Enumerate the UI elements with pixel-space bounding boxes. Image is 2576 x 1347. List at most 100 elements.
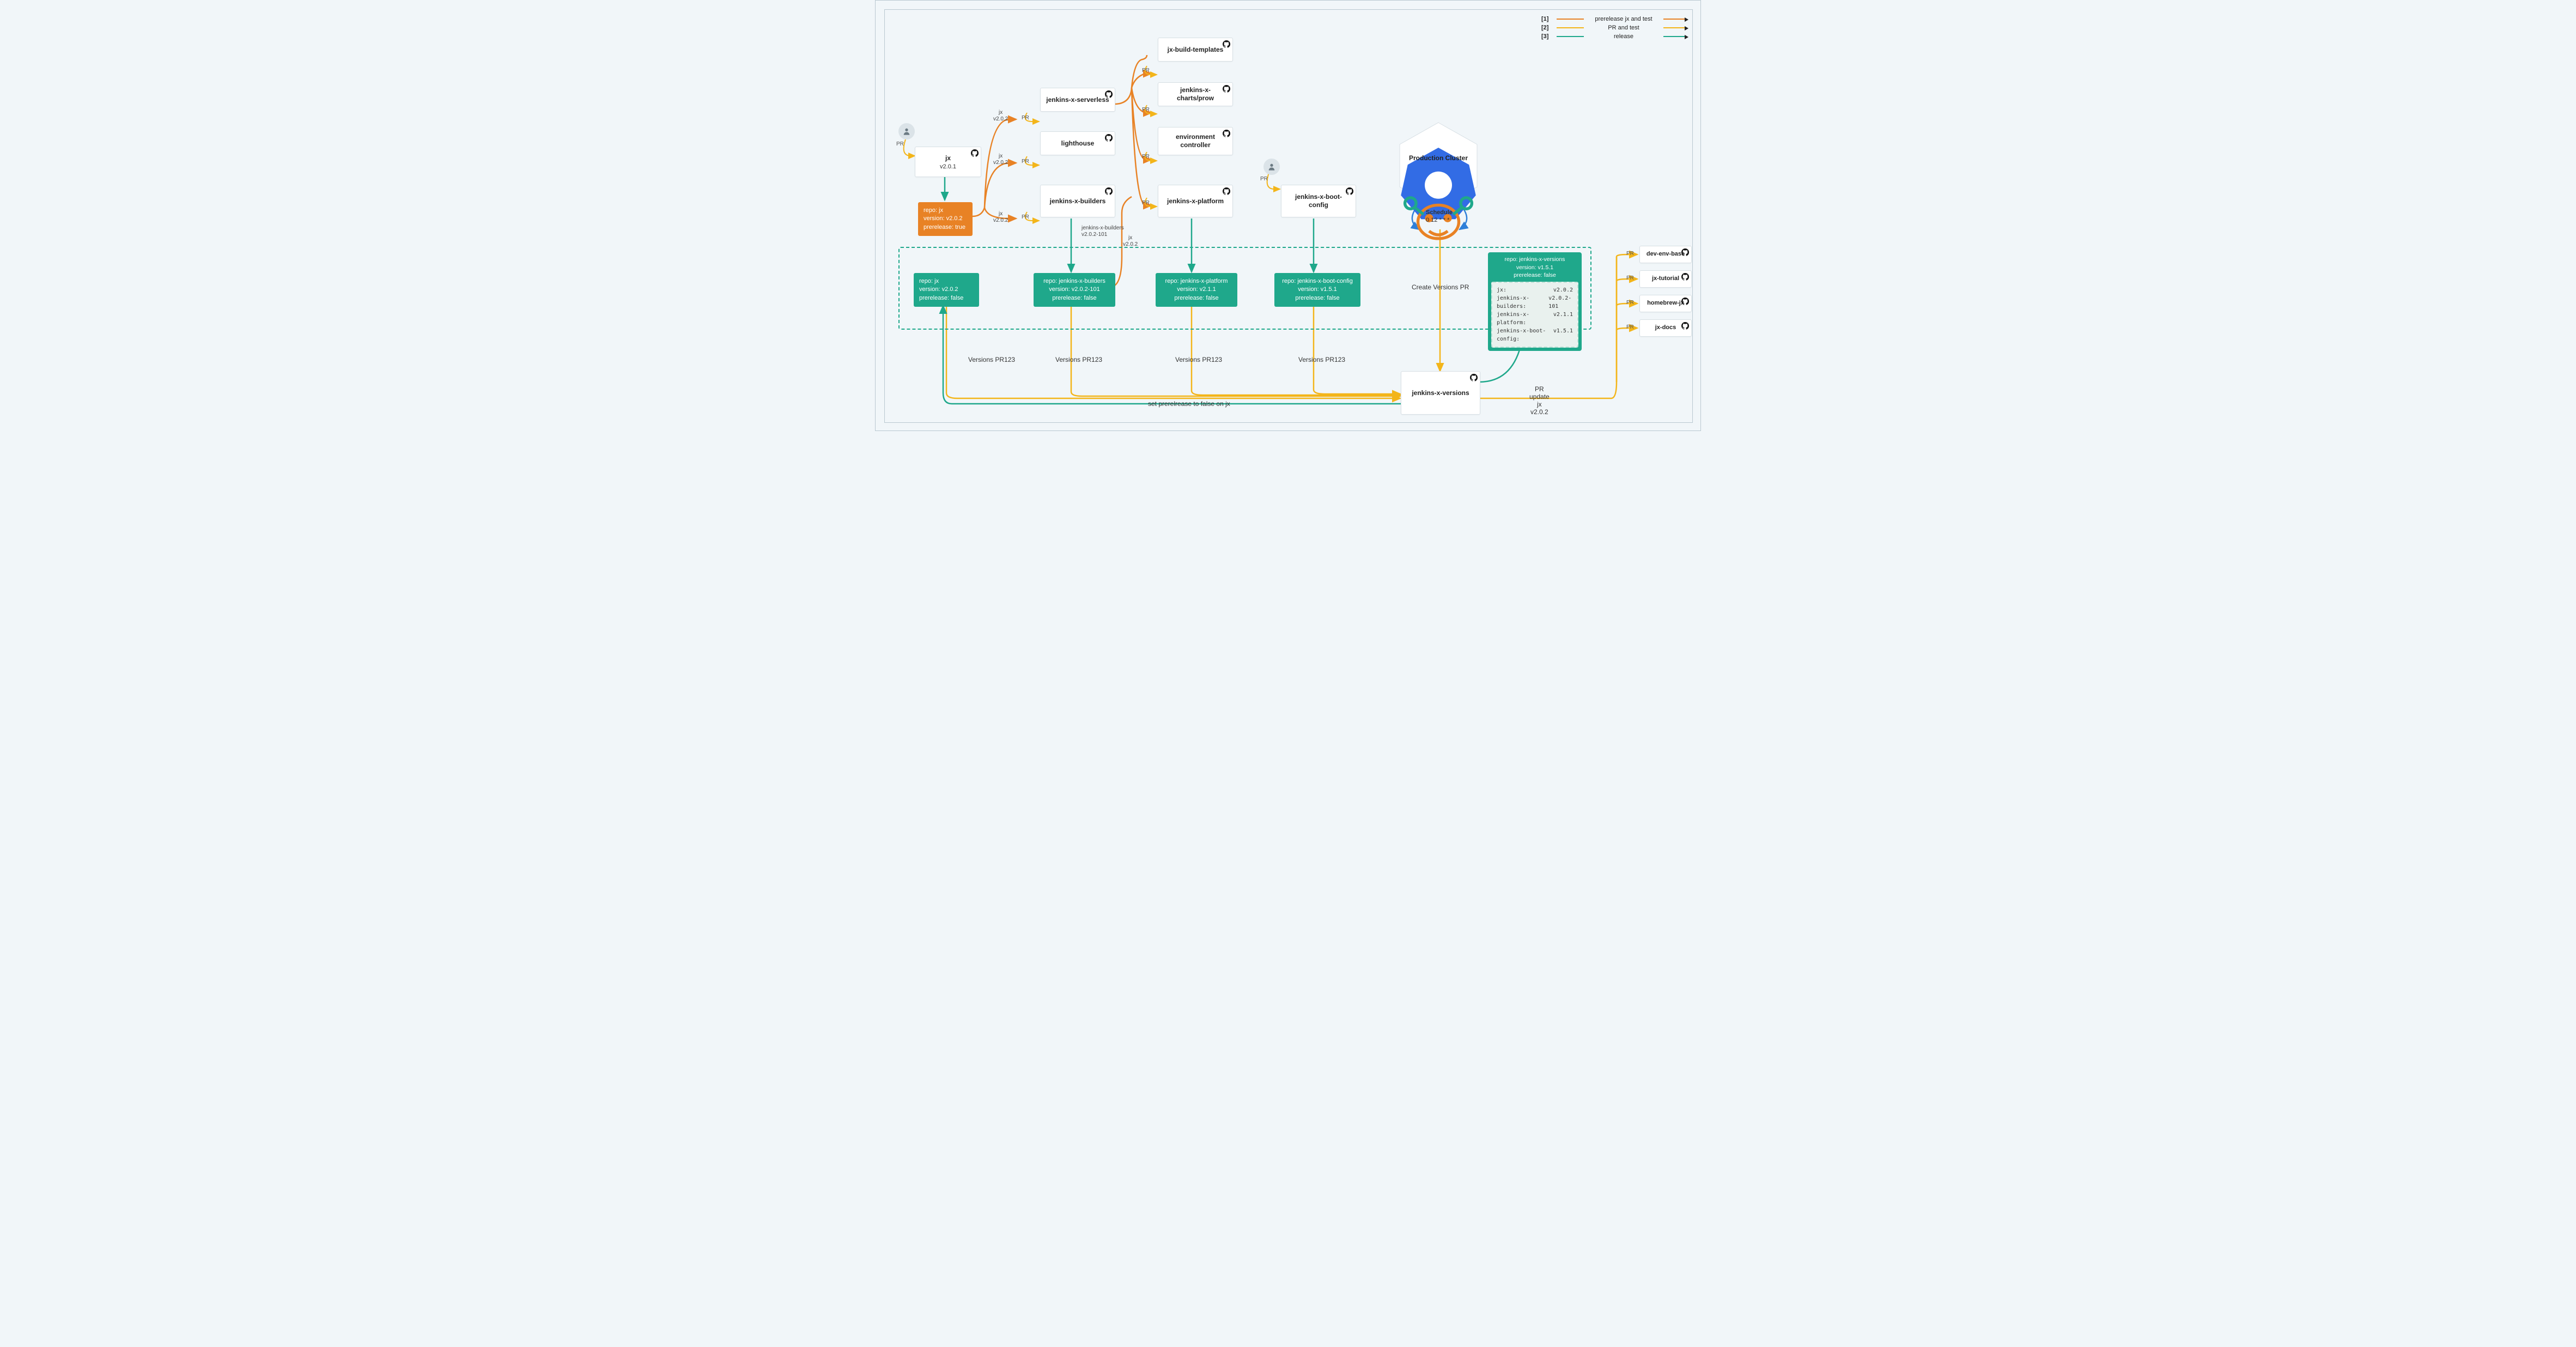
jx-label-3: jx v2.0.2 bbox=[993, 211, 1008, 224]
create-versions-pr-label: Create Versions PR bbox=[1412, 283, 1469, 291]
pr-lighthouse: PR bbox=[1022, 159, 1029, 165]
legend-idx-3: [3] bbox=[1541, 33, 1557, 40]
pr-serverless: PR bbox=[1022, 115, 1029, 121]
legend-bar-3 bbox=[1557, 36, 1584, 37]
cluster-title: Production Cluster bbox=[1398, 154, 1479, 162]
box-envcontroller: environmentcontroller bbox=[1158, 127, 1233, 155]
box-builders: jenkins-x-builders bbox=[1040, 185, 1115, 217]
legend-row-3: [3] release bbox=[1541, 33, 1685, 40]
teal-jx: repo: jx version: v2.0.2 prerelease: fal… bbox=[914, 273, 979, 307]
schedule-cron: 0 12 * * * bbox=[1426, 217, 1449, 223]
pr-homebrew: PR bbox=[1626, 300, 1634, 306]
jx-label-1: jx v2.0.2 bbox=[993, 110, 1008, 123]
homebrew-title: homebrew-jx bbox=[1647, 300, 1684, 307]
legend-label-2: PR and test bbox=[1588, 25, 1659, 31]
envctrl-l1: environment bbox=[1176, 133, 1215, 141]
serverless-title: jenkins-x-serverless bbox=[1046, 96, 1109, 104]
pr-builders: PR bbox=[1022, 214, 1029, 220]
box-serverless: jenkins-x-serverless bbox=[1040, 88, 1115, 112]
set-prerelease-label: set prerelrease to false on jx bbox=[1148, 400, 1230, 408]
jxdocs-title: jx-docs bbox=[1655, 324, 1676, 332]
orange-release-box: repo: jx version: v2.0.2 prerelease: tru… bbox=[918, 202, 973, 236]
box-platform: jenkins-x-platform bbox=[1158, 185, 1233, 217]
box-jxdocs: jx-docs bbox=[1639, 319, 1692, 337]
schedule-label: Schedule bbox=[1426, 209, 1453, 216]
actor-icon bbox=[898, 123, 915, 139]
diagram-canvas: [1] prerelease jx and test [2] PR and te… bbox=[875, 0, 1701, 431]
legend-label-1: prerelease jx and test bbox=[1588, 16, 1659, 22]
orange-repo: repo: jx bbox=[924, 207, 967, 215]
jx-version: v2.0.1 bbox=[940, 163, 956, 170]
github-icon bbox=[1681, 322, 1689, 330]
plat-conn-label: jx v2.0.2 bbox=[1123, 235, 1138, 248]
box-versions: jenkins-x-versions bbox=[1401, 371, 1480, 415]
versions-card: repo: jenkins-x-versions version: v1.5.1… bbox=[1488, 252, 1582, 351]
legend-arrow-2 bbox=[1663, 27, 1685, 28]
github-icon bbox=[1105, 187, 1113, 195]
github-icon bbox=[1105, 90, 1113, 98]
github-icon bbox=[1223, 130, 1230, 137]
legend-idx-1: [1] bbox=[1541, 16, 1557, 22]
teal-builders: repo: jenkins-x-builders version: v2.0.2… bbox=[1034, 273, 1115, 307]
pr-envctrl: PR bbox=[1142, 154, 1150, 160]
legend-arrow-3 bbox=[1663, 36, 1685, 37]
buildtemplates-title: jx-build-templates bbox=[1168, 46, 1224, 54]
actor-icon-2 bbox=[1263, 159, 1280, 175]
devenvbase-title: dev-env-base bbox=[1647, 251, 1685, 258]
jx-label-2: jx v2.0.2 bbox=[993, 153, 1008, 166]
pr-jxdocs: PR bbox=[1626, 324, 1634, 330]
box-bootconfig: jenkins-x-boot-config bbox=[1281, 185, 1356, 217]
legend-bar-1 bbox=[1557, 19, 1584, 20]
teal-platform: repo: jenkins-x-platform version: v2.1.1… bbox=[1156, 273, 1237, 307]
legend-arrow-1 bbox=[1663, 19, 1685, 20]
versions-pr-3: Versions PR123 bbox=[1175, 356, 1222, 363]
legend-row-1: [1] prerelease jx and test bbox=[1541, 16, 1685, 22]
prow-title: jenkins-x-charts/prow bbox=[1163, 86, 1228, 102]
legend-bar-2 bbox=[1557, 27, 1584, 28]
builders-conn-label: jenkins-x-builders v2.0.2-101 bbox=[1082, 225, 1124, 238]
box-buildtemplates: jx-build-templates bbox=[1158, 38, 1233, 62]
teal-bootconfig: repo: jenkins-x-boot-config version: v1.… bbox=[1274, 273, 1360, 307]
github-icon bbox=[1105, 134, 1113, 142]
github-icon bbox=[1681, 273, 1689, 281]
github-icon bbox=[1223, 85, 1230, 93]
pr-label-2: PR bbox=[1260, 176, 1268, 182]
versions-title: jenkins-x-versions bbox=[1412, 389, 1469, 397]
box-prow: jenkins-x-charts/prow bbox=[1158, 82, 1233, 106]
versions-pr-1: Versions PR123 bbox=[968, 356, 1015, 363]
github-icon bbox=[971, 149, 979, 157]
pr-update-jx-label: PR update jx v2.0.2 bbox=[1529, 385, 1550, 416]
lighthouse-title: lighthouse bbox=[1061, 139, 1095, 148]
platform-title: jenkins-x-platform bbox=[1167, 197, 1224, 205]
envctrl-l2: controller bbox=[1180, 141, 1210, 149]
github-icon bbox=[1470, 374, 1478, 381]
legend: [1] prerelease jx and test [2] PR and te… bbox=[1541, 16, 1685, 42]
github-icon bbox=[1681, 298, 1689, 305]
jx-title: jx bbox=[945, 154, 951, 162]
github-icon bbox=[1346, 187, 1353, 195]
github-icon bbox=[1223, 187, 1230, 195]
pr-label: PR bbox=[896, 141, 904, 147]
pr-platform: PR bbox=[1142, 200, 1150, 206]
box-jx: jx v2.0.1 bbox=[915, 147, 981, 177]
versions-pr-4: Versions PR123 bbox=[1298, 356, 1345, 363]
github-icon bbox=[1681, 248, 1689, 256]
box-jxtutorial: jx-tutorial bbox=[1639, 270, 1692, 288]
jxtutorial-title: jx-tutorial bbox=[1652, 275, 1679, 283]
pr-devenvbase: PR bbox=[1626, 251, 1634, 257]
orange-pre: prerelease: true bbox=[924, 223, 967, 232]
versions-pr-2: Versions PR123 bbox=[1055, 356, 1102, 363]
box-lighthouse: lighthouse bbox=[1040, 131, 1115, 155]
bootconfig-title: jenkins-x-boot-config bbox=[1286, 193, 1351, 209]
builders-title: jenkins-x-builders bbox=[1050, 197, 1106, 205]
legend-label-3: release bbox=[1588, 33, 1659, 40]
box-homebrew: homebrew-jx bbox=[1639, 295, 1692, 312]
pr-buildtemplates: PR bbox=[1142, 68, 1150, 74]
legend-row-2: [2] PR and test bbox=[1541, 25, 1685, 31]
github-icon bbox=[1223, 40, 1230, 48]
legend-idx-2: [2] bbox=[1541, 25, 1557, 31]
pr-prow: PR bbox=[1142, 107, 1150, 113]
production-cluster-hex: Production Cluster bbox=[1398, 120, 1479, 210]
pr-jxtutorial: PR bbox=[1626, 275, 1634, 281]
orange-version: version: v2.0.2 bbox=[924, 215, 967, 223]
